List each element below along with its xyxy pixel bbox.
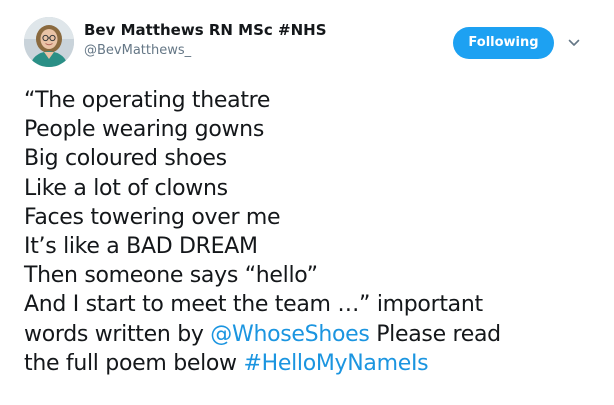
mention-link[interactable]: @WhoseShoes	[210, 322, 370, 347]
tweet-line: Like a lot of clowns	[24, 175, 228, 201]
following-button[interactable]: Following	[453, 27, 554, 59]
tweet-line: “The operating theatre	[24, 88, 271, 113]
tweet-text-segment: words written by	[24, 321, 211, 347]
tweet-line: It’s like a BAD DREAM	[24, 234, 258, 260]
author-handle[interactable]: @BevMatthews_	[84, 42, 327, 60]
avatar[interactable]	[24, 17, 74, 67]
hashtag-link[interactable]: #HelloMyNameIs	[243, 351, 428, 376]
tweet-line: People wearing gowns	[24, 117, 264, 143]
tweet-text-segment: the full poem below	[24, 350, 244, 376]
tweet-line: Then someone says “hello”	[24, 263, 318, 289]
tweet-line: words written by @WhoseShoes Please read	[24, 320, 608, 349]
tweet-text: “The operating theatre People wearing go…	[24, 86, 608, 378]
avatar-image	[24, 17, 74, 67]
author-info[interactable]: Bev Matthews RN MSc #NHS @BevMatthews_	[84, 20, 327, 60]
chevron-down-icon[interactable]	[566, 35, 582, 51]
author-display-name[interactable]: Bev Matthews RN MSc #NHS	[84, 20, 327, 40]
tweet-line: Big coloured shoes	[24, 146, 227, 172]
tweet-text-segment: Please read	[369, 321, 501, 347]
tweet-line: And I start to meet the team …” importan…	[24, 292, 483, 318]
tweet-card: Bev Matthews RN MSc #NHS @BevMatthews_ F…	[0, 0, 614, 405]
tweet-line: Faces towering over me	[24, 204, 281, 230]
tweet-line: the full poem below #HelloMyNameIs	[24, 349, 608, 378]
